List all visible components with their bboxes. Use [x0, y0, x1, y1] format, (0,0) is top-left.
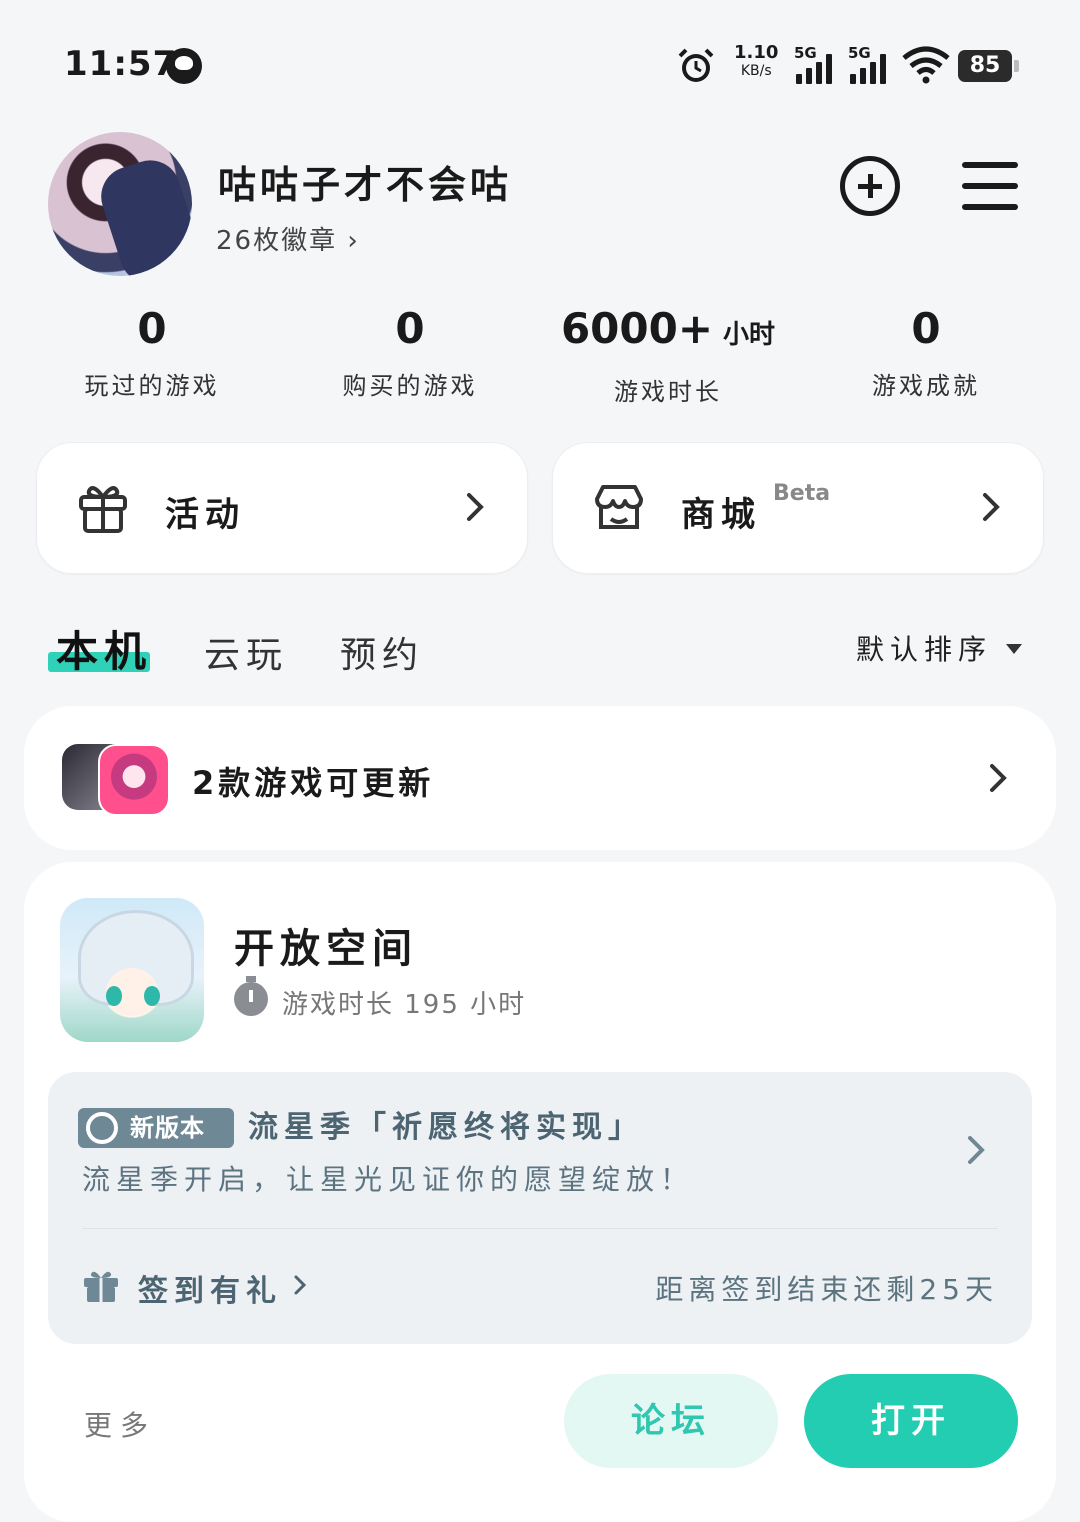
game-card: 开放空间 游戏时长 195 小时 新版本 流星季「祈愿终将实现」 流星季开启，让… [24, 862, 1056, 1522]
activity-label: 活动 [165, 495, 245, 535]
more-link[interactable]: 更多 [84, 1404, 156, 1444]
store-card[interactable]: 商城 Beta [552, 442, 1044, 574]
sort-arrow-icon[interactable] [1006, 644, 1022, 654]
tab-local[interactable]: 本机 [56, 618, 152, 679]
open-button[interactable]: 打开 [804, 1374, 1018, 1468]
signal-icon: 5G [848, 44, 894, 84]
news-desc: 流星季开启，让星光见证你的愿望绽放！ [82, 1163, 695, 1196]
wifi-icon [902, 46, 950, 84]
stat-achievements[interactable]: 0 游戏成就 [816, 304, 1036, 401]
status-time: 11:57 [64, 44, 178, 84]
avatar[interactable] [48, 132, 192, 276]
news-box[interactable]: 新版本 流星季「祈愿终将实现」 流星季开启，让星光见证你的愿望绽放！ 签到有礼 … [48, 1072, 1032, 1344]
game-title[interactable]: 开放空间 [234, 916, 418, 974]
store-icon [595, 485, 643, 529]
gift-icon [84, 1271, 118, 1302]
game-thumbnail [98, 744, 170, 816]
tab-reserve[interactable]: 预约 [340, 626, 424, 678]
battery-indicator: 85 [958, 50, 1019, 82]
gift-icon [79, 486, 127, 533]
game-icon[interactable] [60, 898, 204, 1042]
add-icon[interactable] [840, 156, 900, 216]
signin-link[interactable]: 签到有礼 [138, 1266, 282, 1310]
qq-icon [166, 48, 202, 84]
username[interactable]: 咕咕子才不会咕 [218, 154, 512, 209]
tab-cloud[interactable]: 云玩 [204, 626, 288, 678]
store-label: 商城 [681, 495, 761, 535]
alarm-icon [678, 48, 714, 82]
update-icon [86, 1112, 118, 1144]
chevron-right-icon [467, 493, 484, 521]
activity-card[interactable]: 活动 [36, 442, 528, 574]
chevron-right-icon [983, 493, 1000, 521]
timer-icon [234, 976, 268, 1016]
net-speed: 1.10 KB/s [734, 42, 779, 80]
divider [82, 1228, 998, 1229]
chevron-right-icon [294, 1275, 307, 1295]
update-text: 2款游戏可更新 [192, 764, 435, 802]
news-badge: 新版本 [78, 1108, 234, 1148]
badges-link[interactable]: 26枚徽章 › [216, 220, 360, 257]
status-bar: 11:57 1.10 KB/s 5G 5G 85 [0, 0, 1080, 130]
sort-dropdown[interactable]: 默认排序 [856, 628, 992, 668]
signin-remaining: 距离签到结束还剩25天 [655, 1273, 998, 1306]
game-playtime: 游戏时长 195 小时 [282, 990, 527, 1020]
forum-button[interactable]: 论坛 [564, 1374, 778, 1468]
menu-icon[interactable] [962, 162, 1018, 210]
chevron-right-icon [990, 764, 1007, 792]
news-title: 流星季「祈愿终将实现」 [248, 1110, 644, 1145]
stat-playtime[interactable]: 6000+ 小时 游戏时长 [558, 304, 778, 407]
signal-icon: 5G [794, 44, 840, 84]
update-banner[interactable]: 2款游戏可更新 [24, 706, 1056, 850]
stat-purchased[interactable]: 0 购买的游戏 [300, 304, 520, 401]
beta-tag: Beta [773, 481, 831, 506]
stat-played[interactable]: 0 玩过的游戏 [42, 304, 262, 401]
chevron-right-icon [968, 1136, 985, 1164]
